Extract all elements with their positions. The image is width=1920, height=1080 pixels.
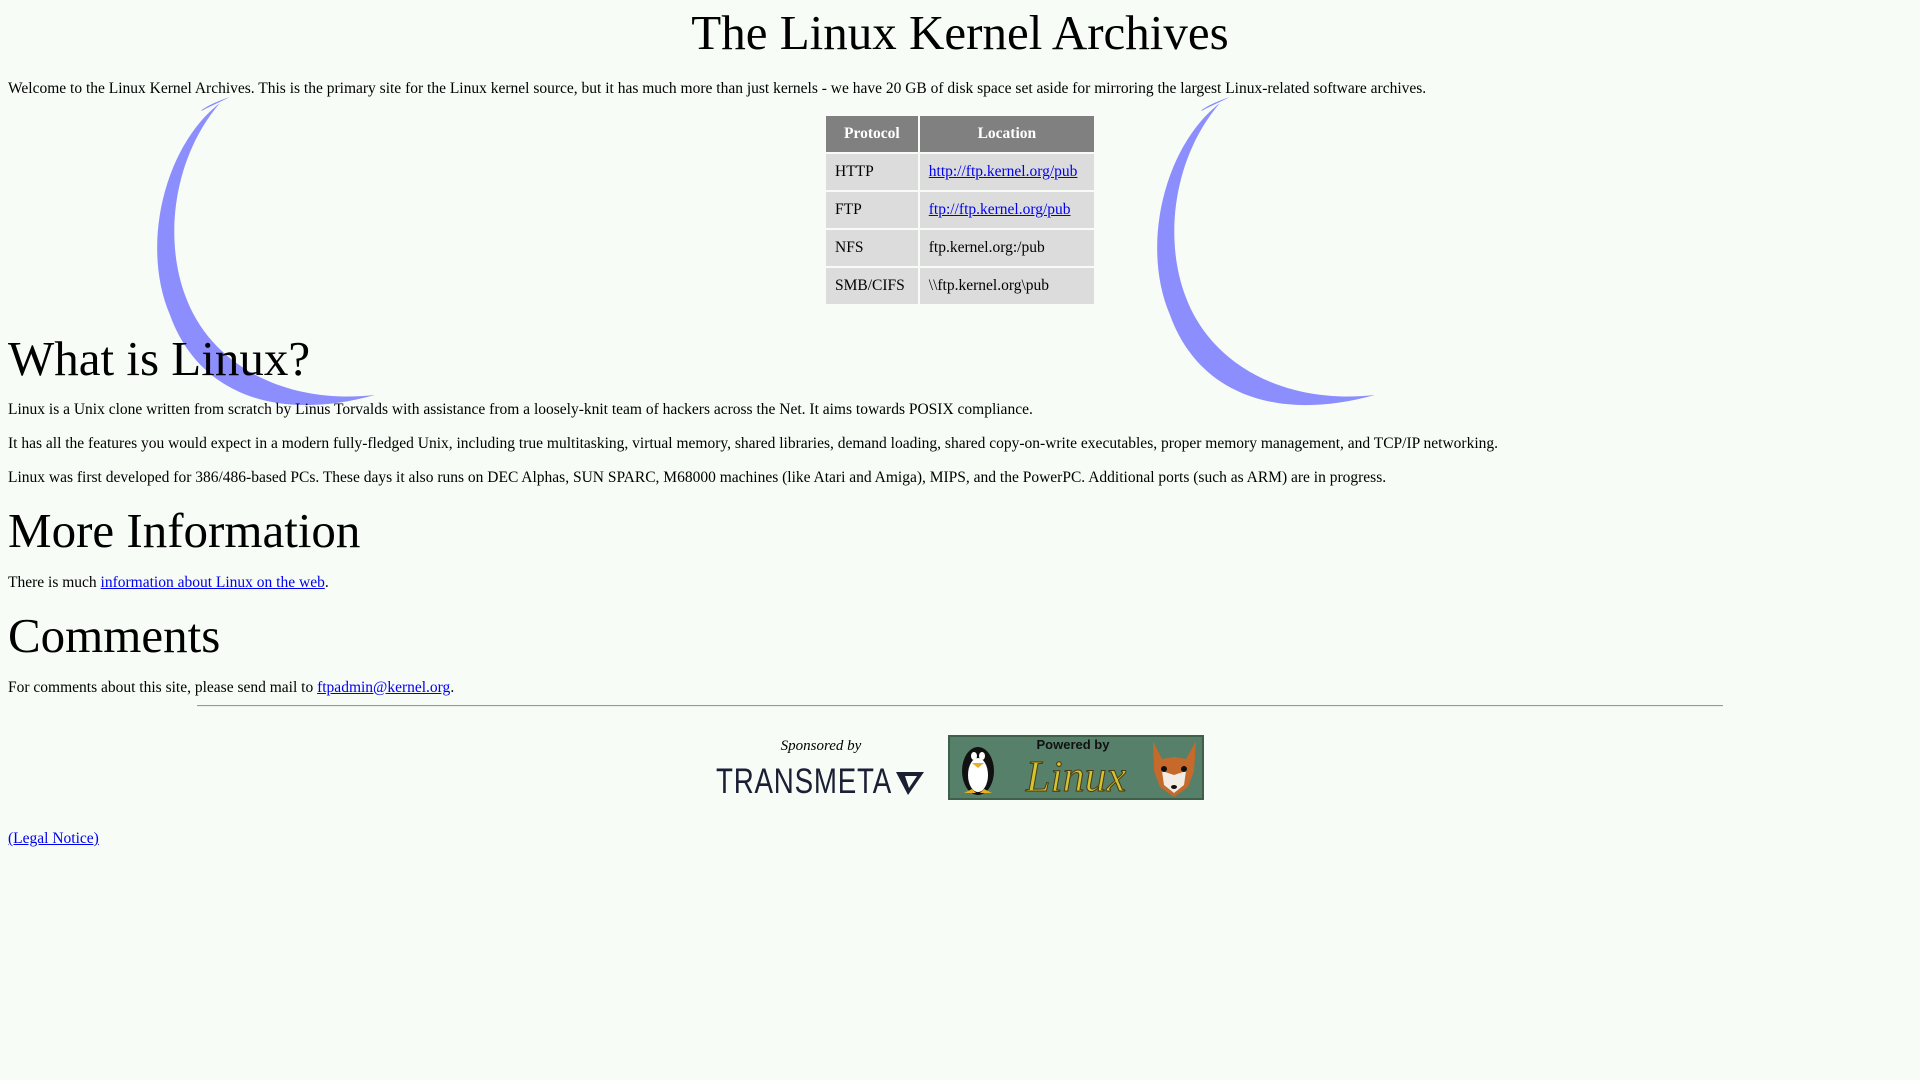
location-column-header: Location	[919, 116, 1094, 152]
what-is-linux-heading: What is Linux?	[8, 331, 311, 386]
comments-suffix: .	[450, 679, 455, 696]
comments-prefix: For comments about this site, please sen…	[8, 679, 318, 696]
transmeta-wordmark: TRANSMETA	[716, 762, 892, 801]
linux-information-link[interactable]: information about Linux on the web	[101, 574, 325, 591]
powered-by-label: Powered by	[1037, 737, 1111, 752]
more-information-heading: More Information	[8, 503, 361, 558]
more-information-text: There is much information about Linux on…	[8, 574, 329, 592]
table-row: FTP ftp://ftp.kernel.org/pub	[826, 192, 1094, 228]
more-info-suffix: .	[324, 574, 329, 591]
table-row: SMB/CIFS \\ftp.kernel.org\pub	[826, 268, 1094, 304]
comments-heading: Comments	[8, 608, 221, 663]
location-cell: \\ftp.kernel.org\pub	[919, 268, 1094, 304]
intro-text: Welcome to the Linux Kernel Archives. Th…	[8, 80, 1427, 97]
location-cell: http://ftp.kernel.org/pub	[919, 154, 1094, 190]
powered-by-linux-badge[interactable]: Powered by Linux	[948, 735, 1204, 802]
left-swoosh-decoration	[157, 97, 375, 406]
location-cell: ftp://ftp.kernel.org/pub	[919, 192, 1094, 228]
page-title: The Linux Kernel Archives	[691, 5, 1229, 60]
transmeta-sponsor-link[interactable]: Sponsored by TRANSMETA	[716, 738, 926, 801]
protocol-cell: SMB/CIFS	[826, 268, 918, 304]
linux-description-2: It has all the features you would expect…	[8, 435, 1499, 452]
protocol-cell: FTP	[826, 192, 918, 228]
legal-notice-link[interactable]: (Legal Notice)	[8, 830, 99, 847]
right-swoosh-decoration	[1157, 97, 1375, 406]
footer-divider	[197, 705, 1723, 707]
table-row: HTTP http://ftp.kernel.org/pub	[826, 154, 1094, 190]
transmeta-logo: TRANSMETA	[716, 762, 924, 801]
more-info-prefix: There is much	[8, 574, 101, 591]
legal-notice-line: (Legal Notice)	[8, 830, 99, 848]
protocol-column-header: Protocol	[826, 116, 918, 152]
ftp-location-link[interactable]: ftp://ftp.kernel.org/pub	[929, 201, 1071, 218]
protocol-cell: HTTP	[826, 154, 918, 190]
protocol-table-header: Protocol Location	[826, 116, 1094, 152]
location-cell: ftp.kernel.org:/pub	[919, 230, 1094, 266]
table-row: NFS ftp.kernel.org:/pub	[826, 230, 1094, 266]
linux-wordmark: Linux	[1025, 752, 1127, 800]
linux-description-1: Linux is a Unix clone written from scrat…	[8, 401, 1033, 418]
sponsored-by-label: Sponsored by	[780, 738, 862, 754]
ftpadmin-email-link[interactable]: ftpadmin@kernel.org	[317, 679, 450, 696]
protocol-cell: NFS	[826, 230, 918, 266]
http-location-link[interactable]: http://ftp.kernel.org/pub	[929, 163, 1078, 180]
protocol-table: Protocol Location HTTP http://ftp.kernel…	[824, 114, 1096, 306]
linux-description-3: Linux was first developed for 386/486-ba…	[8, 469, 1387, 486]
comments-text: For comments about this site, please sen…	[8, 679, 454, 697]
powered-by-linux-image: Powered by Linux	[948, 735, 1204, 802]
